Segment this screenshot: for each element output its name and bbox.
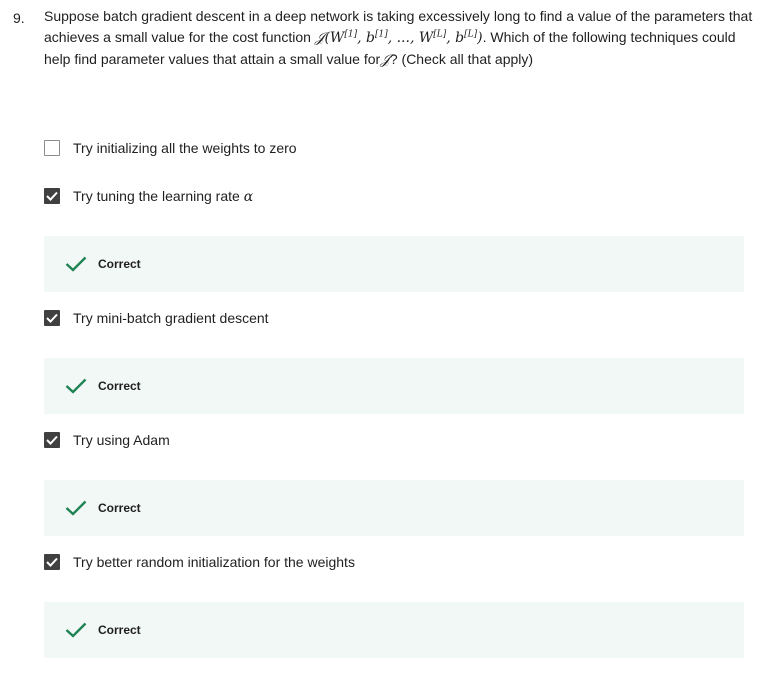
feedback-correct: Correct [44, 236, 744, 292]
cost-function-math: 𝒥(W[1], b[1], ..., W[L], b[L]) [315, 30, 483, 46]
option-2[interactable]: Try tuning the learning rate α [44, 185, 253, 207]
option-label: Try better random initialization for the… [73, 554, 355, 570]
checkmark-icon [46, 313, 58, 323]
option-4[interactable]: Try using Adam [44, 429, 170, 451]
feedback-text: Correct [98, 623, 141, 637]
option-1[interactable]: Try initializing all the weights to zero [44, 137, 297, 159]
option-label: Try using Adam [73, 432, 170, 448]
green-check-icon [65, 622, 87, 638]
feedback-text: Correct [98, 257, 141, 271]
feedback-text: Correct [98, 379, 141, 393]
checkbox-unchecked[interactable] [44, 140, 60, 156]
green-check-icon [65, 378, 87, 394]
green-check-icon [65, 256, 87, 272]
checkbox-checked[interactable] [44, 432, 60, 448]
checkmark-icon [46, 435, 58, 445]
option-3[interactable]: Try mini-batch gradient descent [44, 307, 269, 329]
option-label-text: Try tuning the learning rate [73, 187, 244, 204]
checkbox-checked[interactable] [44, 554, 60, 570]
feedback-correct: Correct [44, 358, 744, 414]
option-label: Try mini-batch gradient descent [73, 310, 269, 326]
question-number: 9. [13, 10, 25, 26]
option-label: Try tuning the learning rate α [73, 188, 253, 205]
question-text-part-3: ? (Check all that apply) [389, 51, 534, 67]
math-sup-2: [1] [374, 29, 388, 40]
alpha-symbol: α [243, 188, 254, 205]
feedback-text: Correct [98, 501, 141, 515]
math-sup-1: [1] [344, 29, 358, 40]
math-b: , b [357, 30, 375, 46]
math-j: 𝒥 [380, 52, 390, 68]
green-check-icon [65, 500, 87, 516]
checkbox-checked[interactable] [44, 310, 60, 326]
math-sup-4: [L] [464, 29, 478, 40]
feedback-correct: Correct [44, 480, 744, 536]
math-sup-3: [L] [433, 29, 447, 40]
option-label: Try initializing all the weights to zero [73, 140, 297, 156]
math-dots-w: , ..., W [387, 30, 434, 46]
checkmark-icon [46, 557, 58, 567]
checkbox-checked[interactable] [44, 188, 60, 204]
feedback-correct: Correct [44, 602, 744, 658]
option-5[interactable]: Try better random initialization for the… [44, 551, 355, 573]
checkmark-icon [46, 191, 58, 201]
question-text: Suppose batch gradient descent in a deep… [44, 6, 756, 71]
math-b2: , b [446, 30, 465, 46]
math-j-w: 𝒥(W [314, 30, 345, 46]
